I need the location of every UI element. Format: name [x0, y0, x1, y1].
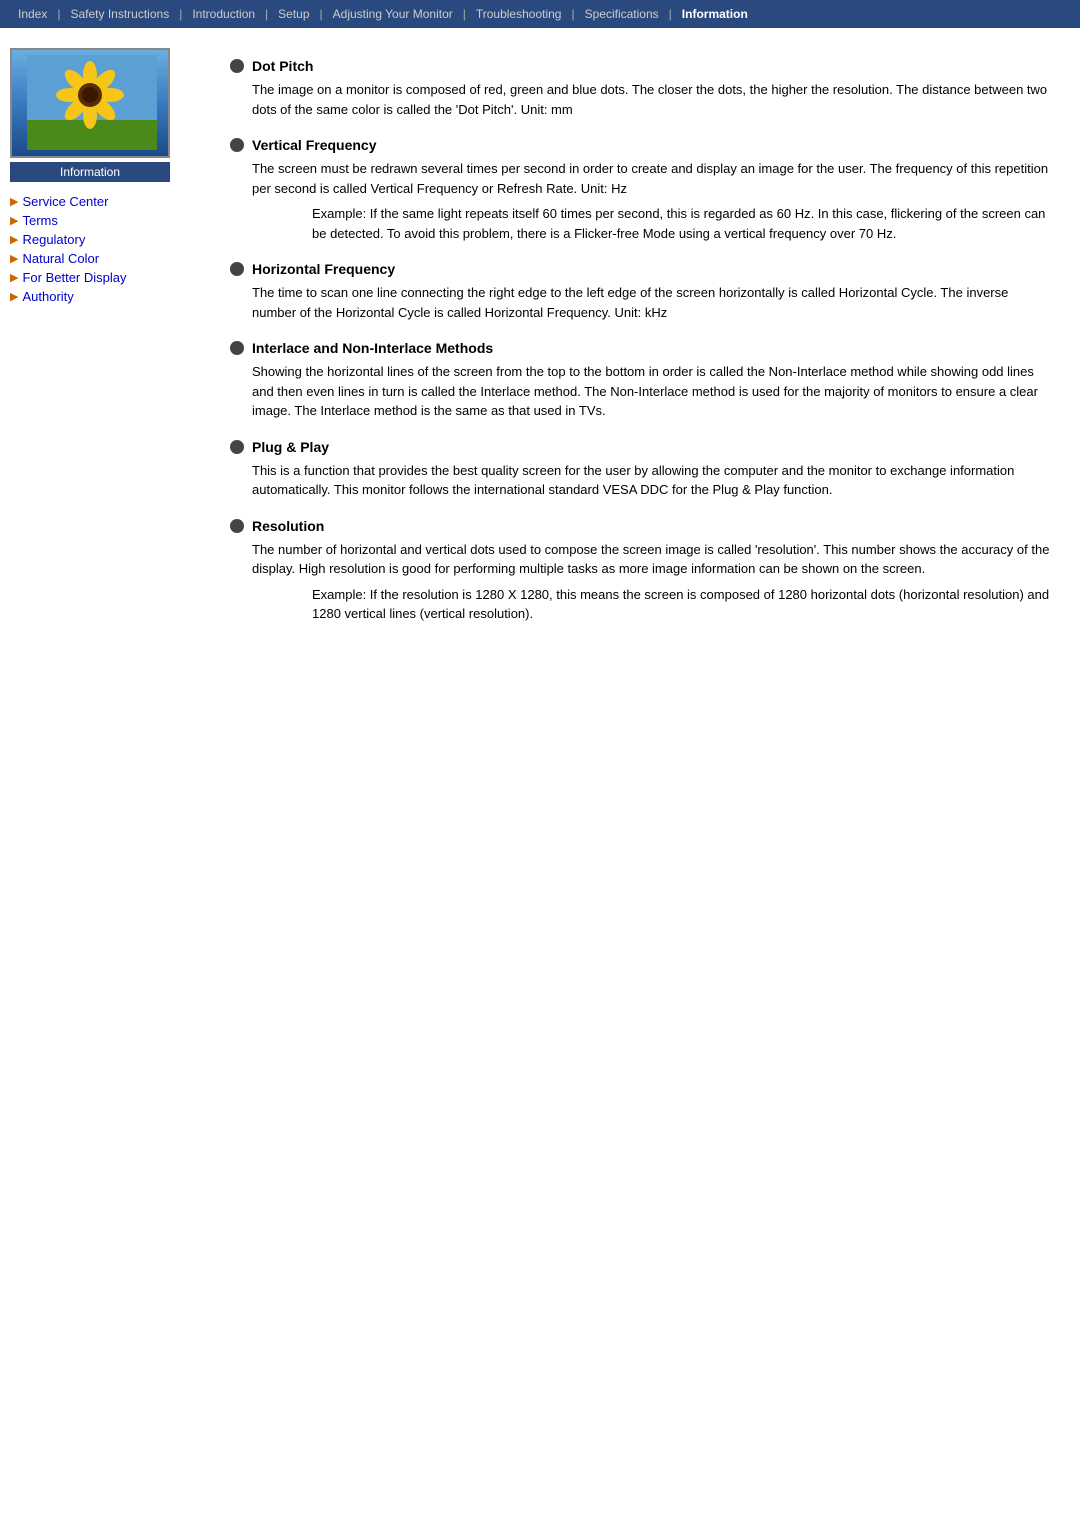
sidebar-nav-link-for-better-display[interactable]: For Better Display: [22, 270, 126, 285]
section-example: Example: If the same light repeats itsel…: [252, 204, 1050, 243]
section-title: Vertical Frequency: [252, 137, 377, 153]
arrow-icon: ▶: [10, 214, 18, 227]
section-title: Horizontal Frequency: [252, 261, 395, 277]
section-header: Horizontal Frequency: [230, 261, 1050, 277]
arrow-icon: ▶: [10, 195, 18, 208]
section-plug-and-play: Plug & Play This is a function that provi…: [230, 439, 1050, 500]
nav-item-index[interactable]: Index: [8, 0, 57, 28]
section-text: Showing the horizontal lines of the scre…: [252, 362, 1050, 421]
nav-item-troubleshooting[interactable]: Troubleshooting: [466, 0, 572, 28]
section-horizontal-frequency: Horizontal Frequency The time to scan one…: [230, 261, 1050, 322]
nav-item-adjusting-your-monitor[interactable]: Adjusting Your Monitor: [323, 0, 463, 28]
bullet-icon: [230, 440, 244, 454]
section-title: Plug & Play: [252, 439, 329, 455]
section-title: Interlace and Non-Interlace Methods: [252, 340, 493, 356]
bullet-icon: [230, 138, 244, 152]
sidebar-nav-item: ▶ For Better Display: [10, 270, 210, 285]
section-body: The number of horizontal and vertical do…: [230, 540, 1050, 624]
sidebar-nav-item: ▶ Terms: [10, 213, 210, 228]
section-text: This is a function that provides the bes…: [252, 461, 1050, 500]
section-dot-pitch: Dot Pitch The image on a monitor is compo…: [230, 58, 1050, 119]
main-content: Dot Pitch The image on a monitor is compo…: [210, 48, 1070, 652]
nav-item-specifications[interactable]: Specifications: [575, 0, 669, 28]
section-text: The time to scan one line connecting the…: [252, 283, 1050, 322]
bullet-icon: [230, 341, 244, 355]
sidebar-nav-link-natural-color[interactable]: Natural Color: [22, 251, 99, 266]
sidebar-nav-link-terms[interactable]: Terms: [22, 213, 57, 228]
section-body: Showing the horizontal lines of the scre…: [230, 362, 1050, 421]
arrow-icon: ▶: [10, 290, 18, 303]
sidebar-nav-item: ▶ Natural Color: [10, 251, 210, 266]
page-container: Information ▶ Service Center ▶ Terms ▶ Regula…: [0, 28, 1080, 672]
section-resolution: Resolution The number of horizontal and v…: [230, 518, 1050, 624]
section-header: Interlace and Non-Interlace Methods: [230, 340, 1050, 356]
section-body: The screen must be redrawn several times…: [230, 159, 1050, 243]
bullet-icon: [230, 262, 244, 276]
section-text: The number of horizontal and vertical do…: [252, 540, 1050, 579]
section-interlace: Interlace and Non-Interlace Methods Showi…: [230, 340, 1050, 421]
sidebar-nav-link-regulatory[interactable]: Regulatory: [22, 232, 85, 247]
section-body: This is a function that provides the bes…: [230, 461, 1050, 500]
nav-item-setup[interactable]: Setup: [268, 0, 319, 28]
section-body: The image on a monitor is composed of re…: [230, 80, 1050, 119]
section-body: The time to scan one line connecting the…: [230, 283, 1050, 322]
section-title: Resolution: [252, 518, 324, 534]
bullet-icon: [230, 519, 244, 533]
arrow-icon: ▶: [10, 271, 18, 284]
arrow-icon: ▶: [10, 233, 18, 246]
sidebar-nav: ▶ Service Center ▶ Terms ▶ Regulatory ▶ Natural…: [10, 194, 210, 304]
section-header: Resolution: [230, 518, 1050, 534]
sidebar-nav-link-authority[interactable]: Authority: [22, 289, 73, 304]
sidebar-image: [10, 48, 170, 158]
section-header: Plug & Play: [230, 439, 1050, 455]
nav-item-information[interactable]: Information: [672, 0, 758, 28]
section-text: The screen must be redrawn several times…: [252, 159, 1050, 198]
section-vertical-frequency: Vertical Frequency The screen must be red…: [230, 137, 1050, 243]
sidebar-nav-item: ▶ Authority: [10, 289, 210, 304]
sidebar-nav-item: ▶ Service Center: [10, 194, 210, 209]
sunflower-graphic: [27, 55, 157, 150]
section-header: Dot Pitch: [230, 58, 1050, 74]
section-text: The image on a monitor is composed of re…: [252, 80, 1050, 119]
sidebar-image-label: Information: [10, 162, 170, 182]
sidebar-nav-item: ▶ Regulatory: [10, 232, 210, 247]
sidebar: Information ▶ Service Center ▶ Terms ▶ Regula…: [10, 48, 210, 652]
navbar: Index|Safety Instructions|Introduction|S…: [0, 0, 1080, 28]
nav-item-introduction[interactable]: Introduction: [182, 0, 265, 28]
sidebar-nav-link-service-center[interactable]: Service Center: [22, 194, 108, 209]
arrow-icon: ▶: [10, 252, 18, 265]
nav-item-safety-instructions[interactable]: Safety Instructions: [60, 0, 179, 28]
section-title: Dot Pitch: [252, 58, 313, 74]
section-example: Example: If the resolution is 1280 X 128…: [252, 585, 1050, 624]
section-header: Vertical Frequency: [230, 137, 1050, 153]
bullet-icon: [230, 59, 244, 73]
